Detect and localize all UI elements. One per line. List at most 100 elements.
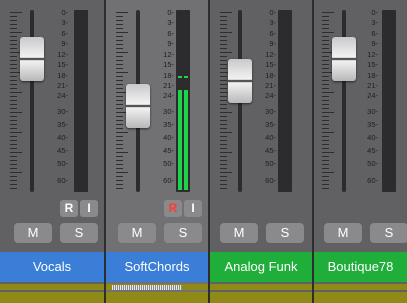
fader-tick (322, 20, 329, 21)
db-scale-label: 40- (57, 133, 68, 142)
fader-tick (220, 168, 227, 169)
fader-tick (10, 48, 17, 49)
fader-tick (220, 160, 227, 161)
fader-tick (322, 148, 329, 149)
fader-tick (10, 152, 22, 153)
fader-tick (220, 148, 227, 149)
fader-tick (116, 68, 123, 69)
fader-tick (10, 144, 17, 145)
fader-tick (116, 152, 128, 153)
fader-tick (322, 44, 329, 45)
fader-tick (220, 68, 227, 69)
db-scale-label: 35- (163, 120, 174, 129)
fader-tick (10, 168, 17, 169)
fader-tick (10, 136, 17, 137)
volume-fader-analog-funk[interactable] (228, 59, 252, 103)
fader-tick (322, 132, 334, 133)
db-scale-label: 50- (265, 159, 276, 168)
db-scale-label: 21- (265, 81, 276, 90)
solo-button-boutique78[interactable]: S (370, 223, 407, 243)
fader-tick (10, 116, 17, 117)
record-enable-button[interactable]: R (60, 200, 78, 217)
fader-tick (116, 184, 123, 185)
db-scale-label: 3- (61, 18, 68, 27)
fader-tick (10, 104, 17, 105)
volume-fader-vocals[interactable] (20, 37, 44, 81)
fader-tick (116, 72, 128, 73)
region-lane (0, 284, 104, 290)
db-scale-label: 60- (367, 176, 378, 185)
solo-button-analog-funk[interactable]: S (266, 223, 304, 243)
input-monitor-button[interactable]: I (184, 200, 202, 217)
volume-fader-boutique78[interactable] (332, 37, 356, 81)
channel-strip-softchords: 0- 3- 6- 9- 12- 15- 18- 21- 24- 30- 35- 40- 45- 50- 60… (106, 0, 210, 303)
fader-tick (322, 176, 329, 177)
fader-tick (116, 128, 123, 129)
peak-hold-left (178, 76, 182, 78)
channel-name-boutique78[interactable]: Boutique78 (314, 252, 407, 282)
db-scale-label: 35- (265, 120, 276, 129)
db-scale-label: 40- (265, 133, 276, 142)
fader-tick (116, 64, 123, 65)
fader-tick (322, 184, 329, 185)
input-monitor-button[interactable]: I (80, 200, 98, 217)
fader-tick (220, 60, 227, 61)
volume-fader-softchords[interactable] (126, 84, 150, 128)
fader-tick (220, 152, 232, 153)
solo-button-softchords[interactable]: S (164, 223, 202, 243)
fader-tick (322, 24, 329, 25)
fader-tick (322, 68, 329, 69)
fader-tick (116, 36, 123, 37)
db-scale-label: 50- (57, 159, 68, 168)
channel-name-softchords[interactable]: SoftChords (106, 252, 208, 282)
db-scale-label: 15- (265, 60, 276, 69)
mute-button-boutique78[interactable]: M (324, 223, 362, 243)
record-enable-button[interactable]: R (164, 200, 182, 217)
mute-button-softchords[interactable]: M (118, 223, 156, 243)
db-scale-label: 12- (57, 50, 68, 59)
fader-tick (10, 36, 17, 37)
fader-tick (116, 84, 123, 85)
fader-tick (116, 136, 123, 137)
fader-tick (116, 40, 123, 41)
db-scale-label: 30- (367, 107, 378, 116)
db-scale-label: 18- (265, 71, 276, 80)
fader-tick (10, 188, 17, 189)
fader-tick (116, 188, 123, 189)
db-scale-label: 0- (61, 8, 68, 17)
fader-tick (116, 176, 123, 177)
fader-tick (322, 80, 329, 81)
db-scale-label: 40- (163, 133, 174, 142)
fader-tick (10, 16, 17, 17)
fader-tick (322, 88, 329, 89)
fader-tick (220, 76, 227, 77)
fader-tick (322, 60, 329, 61)
fader-tick (116, 132, 128, 133)
fader-tick (10, 84, 17, 85)
fader-tick (10, 24, 17, 25)
db-scale-label: 45- (367, 146, 378, 155)
solo-button-vocals[interactable]: S (60, 223, 98, 243)
fader-tick (322, 124, 329, 125)
fader-tick (10, 60, 17, 61)
mute-button-analog-funk[interactable]: M (220, 223, 258, 243)
fader-tick (10, 108, 17, 109)
channel-name-vocals[interactable]: Vocals (0, 252, 104, 282)
fader-tick (220, 32, 232, 33)
mute-button-vocals[interactable]: M (14, 223, 52, 243)
db-scale-label: 9- (167, 39, 174, 48)
fader-tick (10, 100, 17, 101)
fader-tick (220, 20, 227, 21)
fader-tick (116, 120, 123, 121)
fader-tick (10, 156, 17, 157)
fader-tick (322, 16, 329, 17)
fader-tick (220, 36, 227, 37)
db-scale-label: 35- (57, 120, 68, 129)
fader-tick (10, 64, 17, 65)
fader-tick (220, 88, 227, 89)
channel-name-analog-funk[interactable]: Analog Funk (210, 252, 312, 282)
fader-tick (220, 156, 227, 157)
fader-tick (116, 164, 123, 165)
fader-tick (220, 16, 227, 17)
db-scale-label: 24- (265, 91, 276, 100)
